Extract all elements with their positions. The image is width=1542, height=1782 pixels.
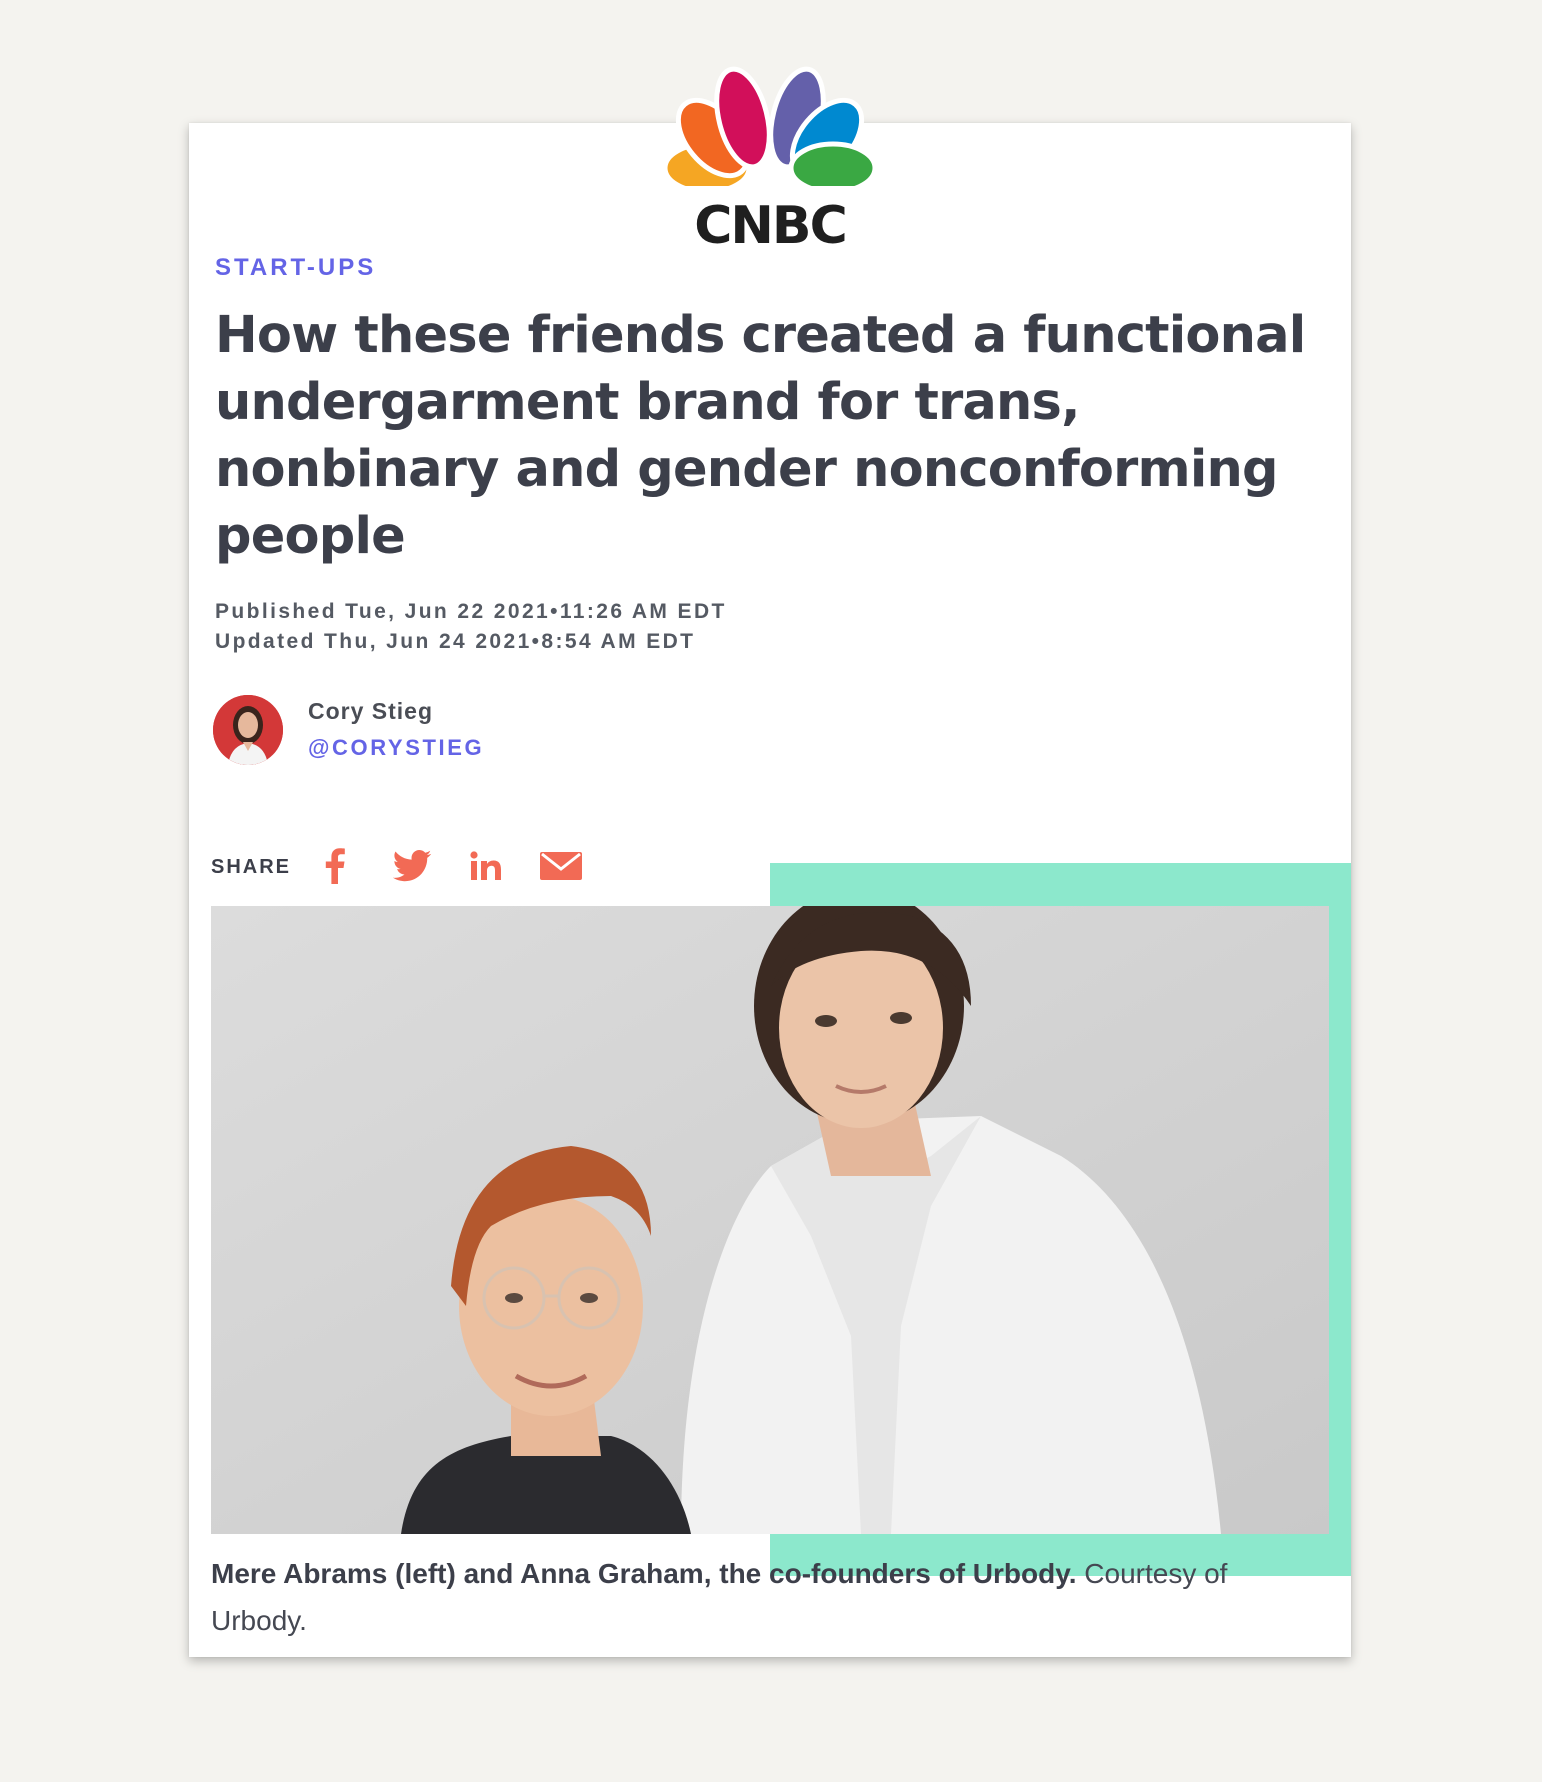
linkedin-icon[interactable] (464, 842, 508, 890)
cnbc-logo[interactable]: CNBC (645, 60, 895, 270)
email-icon[interactable] (538, 842, 584, 890)
updated-date: Updated Thu, Jun 24 2021•8:54 AM EDT (215, 630, 696, 653)
article-headline: How these friends created a functional u… (215, 306, 1306, 566)
caption-description: Mere Abrams (left) and Anna Graham, the … (211, 1558, 1077, 1589)
category-link[interactable]: START-UPS (215, 254, 376, 282)
photo-caption: Mere Abrams (left) and Anna Graham, the … (211, 1550, 1331, 1644)
twitter-icon[interactable] (390, 842, 434, 890)
author-handle[interactable]: @CORYSTIEG (308, 735, 484, 761)
cofounders-photo (211, 906, 1329, 1534)
article-photo[interactable] (211, 906, 1329, 1534)
author-avatar[interactable] (213, 695, 283, 765)
peacock-icon (645, 66, 895, 210)
facebook-icon[interactable] (318, 842, 352, 890)
published-date: Published Tue, Jun 22 2021•11:26 AM EDT (215, 600, 727, 623)
author-name[interactable]: Cory Stieg (308, 698, 433, 725)
cnbc-wordmark: CNBC (694, 196, 847, 256)
share-label: SHARE (211, 856, 292, 878)
article-timestamps: Published Tue, Jun 22 2021•11:26 AM EDT … (215, 597, 727, 657)
author-photo (213, 695, 283, 765)
